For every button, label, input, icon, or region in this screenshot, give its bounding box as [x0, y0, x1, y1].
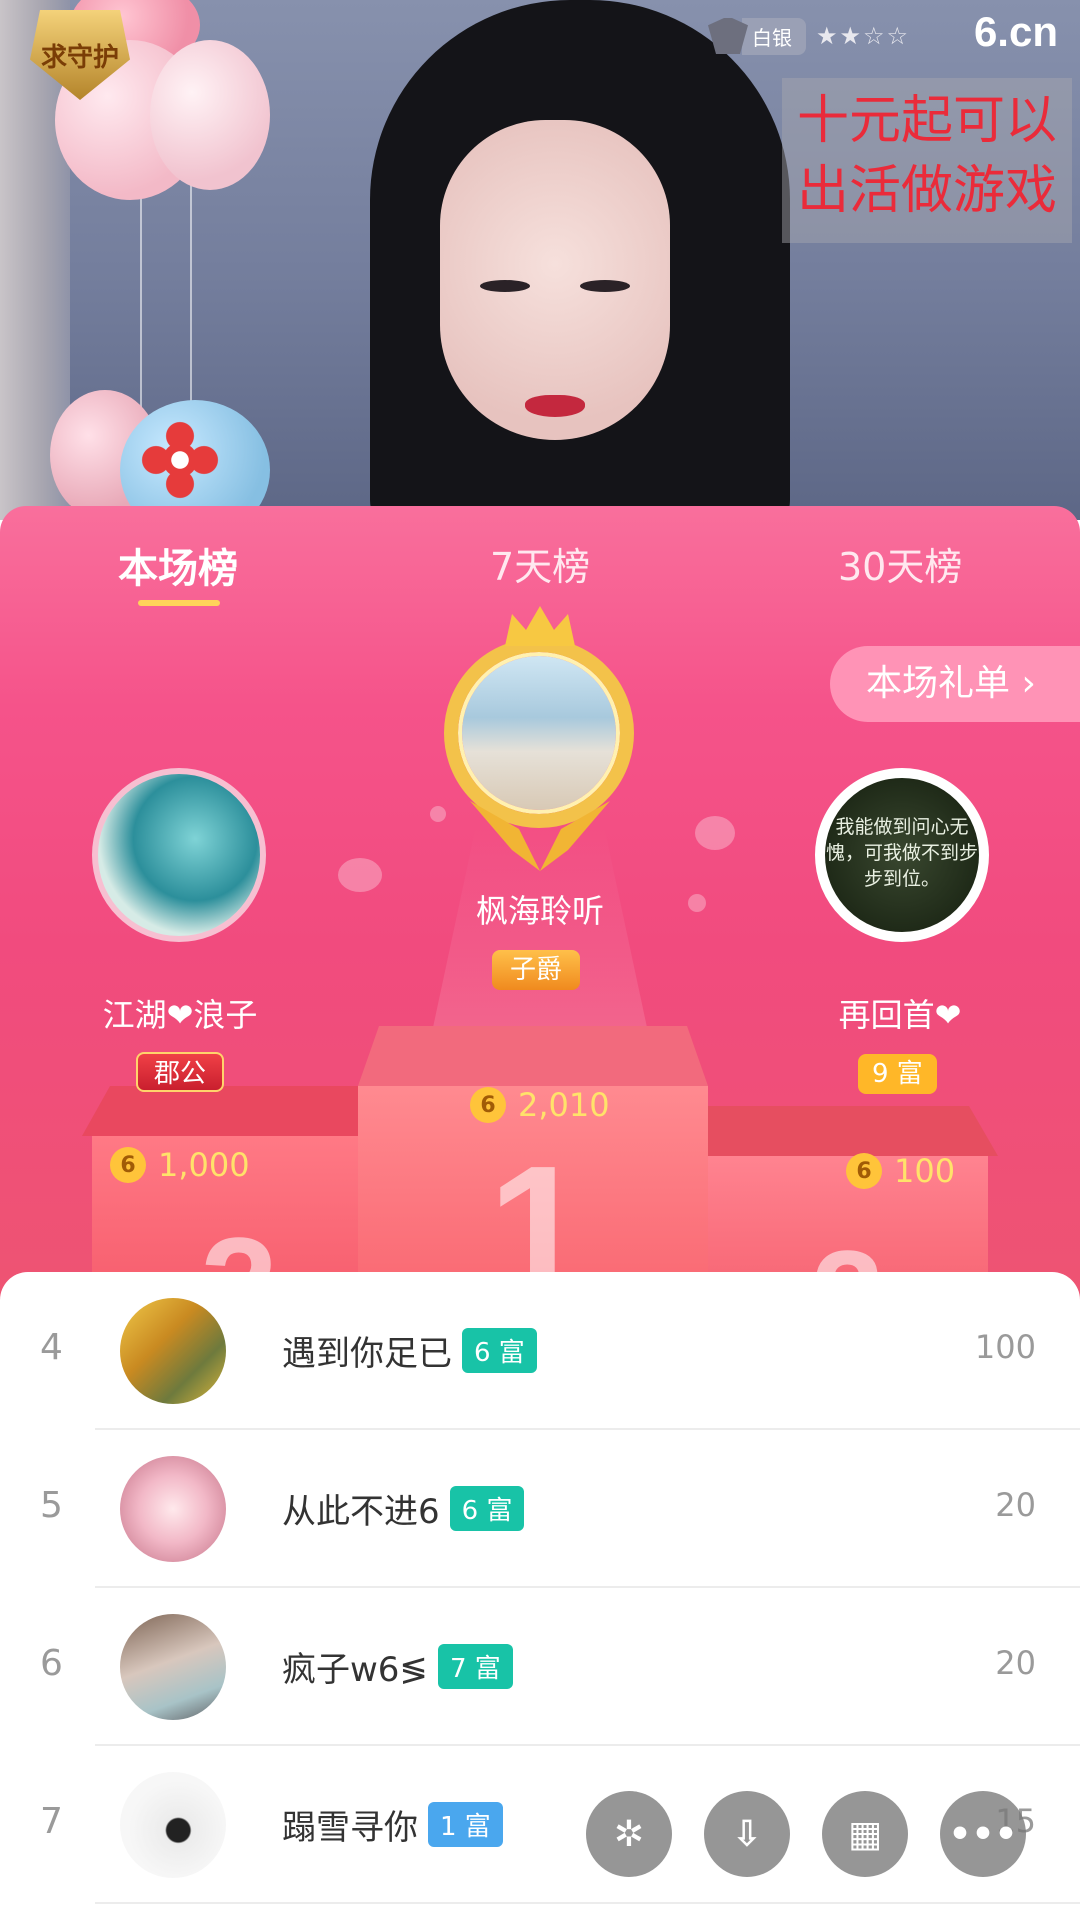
rank-name: 白银 [742, 17, 806, 55]
promo-line-2: 出活做游戏 [796, 161, 1057, 221]
rich-level-badge: 1 富 [428, 1802, 503, 1847]
guard-badge-label: 求守护 [40, 42, 119, 73]
ranking-panel: 本场榜 7天榜 30天榜 本场礼单 › 1 2 3 枫海聆听 子爵 6 2,01… [0, 506, 1080, 1306]
rank-number: 6 [40, 1643, 63, 1684]
first-place-title-badge: 子爵 [492, 950, 581, 990]
avatar[interactable] [120, 1456, 226, 1562]
third-place-rich-badge: 9 富 [858, 1054, 937, 1094]
balloon [150, 40, 270, 190]
user-name-row: 从此不进6 6 富 [282, 1484, 525, 1533]
first-place-name[interactable]: 枫海聆听 [430, 886, 650, 932]
streamer [330, 0, 830, 520]
gift-list-button[interactable]: 本场礼单 › [830, 646, 1080, 722]
tab-30-days[interactable]: 30天榜 [838, 536, 962, 591]
floating-action-bar: ✲ ⇩ ▦ ••• [586, 1791, 1058, 1877]
sparkle [338, 858, 382, 892]
avatar[interactable] [120, 1298, 226, 1404]
second-place-score-value: 1,000 [158, 1146, 250, 1184]
grid-icon[interactable]: ▦ [822, 1791, 908, 1877]
first-place-score-value: 2,010 [518, 1086, 610, 1124]
sparkle [430, 806, 446, 822]
rank-number: 4 [40, 1327, 63, 1368]
list-item[interactable]: 4 遇到你足已 6 富 100 [0, 1272, 1080, 1430]
coin-icon: 6 [846, 1153, 882, 1189]
third-place-score: 6 100 [846, 1152, 955, 1190]
user-name: 疯子w6≶ [282, 1650, 428, 1690]
user-name: 从此不进6 [282, 1492, 440, 1532]
avatar[interactable] [120, 1614, 226, 1720]
more-icon[interactable]: ••• [940, 1791, 1026, 1877]
user-name-row: 遇到你足已 6 富 [282, 1326, 537, 1375]
balloon-string [140, 190, 142, 420]
rich-level-badge: 7 富 [437, 1644, 513, 1689]
podium-second-top [82, 1086, 362, 1136]
promo-overlay: 十元起可以 出活做游戏 [782, 78, 1072, 243]
podium-third-top [708, 1106, 998, 1156]
first-place-score: 6 2,010 [470, 1086, 610, 1124]
divider [95, 1902, 1080, 1904]
active-tab-indicator [138, 600, 220, 606]
promo-line-1: 十元起可以 [796, 91, 1057, 151]
third-place-avatar[interactable]: 我能做到问心无愧，可我做不到步步到位。 [815, 768, 989, 942]
rich-level-badge: 6 富 [449, 1486, 525, 1531]
third-place-name[interactable]: 再回首❤ [790, 990, 1010, 1036]
second-place-title-badge: 郡公 [136, 1052, 225, 1092]
rich-level-badge: 6 富 [462, 1328, 537, 1373]
share-icon[interactable]: ✲ [586, 1791, 672, 1877]
second-place-score: 6 1,000 [110, 1146, 250, 1184]
live-video[interactable]: 求守护 白银 ★★☆☆ 6.cn 十元起可以 出活做游戏 [0, 0, 1080, 520]
avatar[interactable] [120, 1772, 226, 1878]
download-icon[interactable]: ⇩ [704, 1791, 790, 1877]
second-place-avatar[interactable] [92, 768, 266, 942]
user-name-row: 蹋雪寻你 1 富 [282, 1800, 503, 1849]
balloon-string [190, 185, 192, 405]
coin-icon: 6 [470, 1087, 506, 1123]
second-place-name[interactable]: 江湖❤浪子 [70, 990, 290, 1036]
podium-first-top [358, 1026, 708, 1086]
gold-avatar-frame [444, 638, 634, 828]
coin-icon: 6 [110, 1147, 146, 1183]
sparkle [695, 816, 735, 850]
user-name-row: 疯子w6≶ 7 富 [282, 1642, 513, 1691]
site-logo: 6.cn [973, 8, 1058, 55]
third-place-score-value: 100 [894, 1152, 956, 1190]
anchor-rank-badge: 白银 ★★☆☆ [708, 17, 911, 55]
rank-number: 5 [40, 1485, 63, 1526]
list-item[interactable]: 5 从此不进6 6 富 20 [0, 1430, 1080, 1588]
flower-decoration [140, 420, 220, 500]
score-value: 100 [974, 1328, 1036, 1366]
user-name: 蹋雪寻你 [282, 1808, 418, 1848]
avatar-quote-text: 我能做到问心无愧，可我做不到步步到位。 [825, 816, 978, 890]
score-value: 20 [995, 1644, 1036, 1682]
rank-number: 7 [40, 1801, 63, 1842]
list-item[interactable]: 6 疯子w6≶ 7 富 20 [0, 1588, 1080, 1746]
user-name: 遇到你足已 [282, 1334, 452, 1374]
sparkle [688, 894, 706, 912]
tab-this-session[interactable]: 本场榜 [118, 536, 238, 594]
tab-7-days[interactable]: 7天榜 [490, 536, 590, 591]
score-value: 20 [995, 1486, 1036, 1524]
rank-stars: ★★☆☆ [816, 22, 911, 50]
